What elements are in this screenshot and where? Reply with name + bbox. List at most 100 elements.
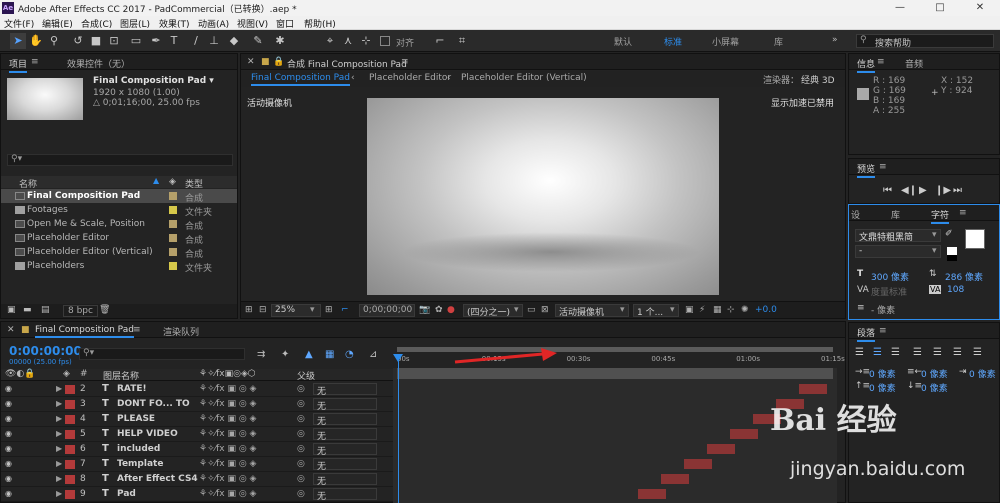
composition-title[interactable]: 合成 Final Composition Pad <box>287 57 407 70</box>
col-layer-name[interactable]: 图层名称 <box>103 369 139 382</box>
play-icon[interactable]: ▶ <box>919 185 927 196</box>
layer-row[interactable]: ◉ ▶ 7 T Template ⚘✧⁄fx ▣ ◎ ◈ ◎ 无 <box>1 457 393 472</box>
layer-switches-icon[interactable]: ⚘✧⁄fx ▣ ◎ ◈ <box>199 399 256 409</box>
label-color-swatch[interactable] <box>169 262 177 270</box>
layer-row[interactable]: ◉ ▶ 5 T HELP VIDEO ⚘✧⁄fx ▣ ◎ ◈ ◎ 无 <box>1 427 393 442</box>
project-item[interactable]: Final Composition Pad 合成 <box>1 189 237 204</box>
pen-tool-icon[interactable]: ✒ <box>148 33 164 49</box>
layer-row[interactable]: ◉ ▶ 8 T After Effect CS4 ⚘✧⁄fx ▣ ◎ ◈ ◎ 无 <box>1 472 393 487</box>
pickwhip-icon[interactable]: ◎ <box>297 414 305 424</box>
menu-composition[interactable]: 合成(C) <box>81 17 112 30</box>
project-item[interactable]: Placeholder Editor (Vertical) 合成 <box>1 245 237 260</box>
roto-brush-tool-icon[interactable]: ✎ <box>250 33 266 49</box>
comp-mini-flowchart-icon[interactable]: ⇉ <box>257 349 265 360</box>
bit-depth-button[interactable]: 8 bpc <box>63 305 98 317</box>
tab-timeline-comp[interactable]: Final Composition Pad <box>35 325 134 338</box>
layer-switches-icon[interactable]: ⚘✧⁄fx ▣ ◎ ◈ <box>199 489 256 499</box>
channel-icon[interactable]: ● <box>447 305 455 315</box>
col-parent[interactable]: 父级 <box>297 369 315 382</box>
layer-label-color[interactable] <box>65 400 75 409</box>
label-color-swatch[interactable] <box>169 248 177 256</box>
layer-switches-icon[interactable]: ⚘✧⁄fx ▣ ◎ ◈ <box>199 414 256 424</box>
font-size-value[interactable]: 300 像素 <box>871 270 909 283</box>
font-family-dropdown[interactable]: 文鼎特粗黑简 ▾ <box>855 229 941 243</box>
panel-menu-icon[interactable]: ≡ <box>879 326 887 336</box>
tab-audio[interactable]: 音频 <box>905 57 923 70</box>
workspace-default[interactable]: 默认 <box>614 35 632 48</box>
safe-zones-icon[interactable]: ⊞ <box>325 305 333 315</box>
last-frame-icon[interactable]: ⏭ <box>953 185 962 196</box>
black-swatch[interactable] <box>947 255 957 261</box>
label-color-swatch[interactable] <box>169 192 177 200</box>
eye-icon[interactable]: ◉ <box>5 445 14 453</box>
label-color-swatch[interactable] <box>169 206 177 214</box>
panel-menu-icon[interactable]: ≡ <box>31 57 39 67</box>
layer-row[interactable]: ◉ ▶ 6 Tincluded ⚘✧⁄fx ▣ ◎ ◈ ◎ 无 <box>1 442 393 457</box>
layer-row[interactable]: ◉ ▶ 3 T DONT FO... TO ⚘✧⁄fx ▣ ◎ ◈ ◎ 无 <box>1 397 393 412</box>
pickwhip-icon[interactable]: ◎ <box>297 384 305 394</box>
vr-icon[interactable]: ⊟ <box>259 305 267 315</box>
label-color-swatch[interactable] <box>169 234 177 242</box>
zoom-tool-icon[interactable]: ⚲ <box>46 33 62 49</box>
layer-row[interactable]: ◉ ▶ 2 T RATE! ⚘✧⁄fx ▣ ◎ ◈ ◎ 无 <box>1 382 393 397</box>
menu-effect[interactable]: 效果(T) <box>159 17 190 30</box>
parent-dropdown[interactable]: 无 <box>313 488 377 502</box>
close-icon[interactable]: ✕ <box>7 325 15 335</box>
camera-tool-icon[interactable]: ■ <box>88 33 104 49</box>
camera-view-dropdown[interactable]: 活动摄像机 ▾ <box>555 304 629 318</box>
close-icon[interactable]: ✕ <box>247 57 255 67</box>
leading-value[interactable]: 286 像素 <box>945 270 983 283</box>
pickwhip-icon[interactable]: ◎ <box>297 429 305 439</box>
transparency-grid-icon[interactable]: ⊠ <box>541 305 549 315</box>
first-frame-icon[interactable]: ⏮ <box>883 185 892 196</box>
type-tool-icon[interactable]: T <box>166 33 182 49</box>
current-time-field[interactable]: 0;00;00;00 <box>359 304 415 317</box>
stroke-width-value[interactable]: - 像素 <box>871 303 895 316</box>
pan-behind-tool-icon[interactable]: ⊡ <box>106 33 122 49</box>
magnification-dropdown[interactable]: 25% ▾ <box>271 304 321 317</box>
exposure-reset-icon[interactable]: ✺ <box>741 305 749 315</box>
layer-label-color[interactable] <box>65 475 75 484</box>
layer-label-color[interactable] <box>65 430 75 439</box>
current-time-display[interactable]: 0:00:00:00 <box>9 344 82 358</box>
menu-view[interactable]: 视图(V) <box>237 17 268 30</box>
comp-tab-final[interactable]: Final Composition Pad <box>251 73 350 86</box>
view-layout-dropdown[interactable]: 1 个... ▾ <box>633 304 679 318</box>
layer-switches-icon[interactable]: ⚘✧⁄fx ▣ ◎ ◈ <box>199 429 256 439</box>
parent-dropdown[interactable]: 无 <box>313 383 377 397</box>
tab-libraries[interactable]: 库 <box>891 208 900 221</box>
indent-left-value[interactable]: 0 像素 <box>869 367 896 380</box>
draft-3d-icon[interactable]: ✦ <box>281 349 289 360</box>
snap-feature-icon[interactable]: ⌗ <box>454 33 470 49</box>
shy-layers-icon[interactable]: ▲ <box>305 349 313 360</box>
label-color-swatch[interactable] <box>169 220 177 228</box>
pickwhip-icon[interactable]: ◎ <box>297 399 305 409</box>
parent-dropdown[interactable]: 无 <box>313 413 377 427</box>
parent-dropdown[interactable]: 无 <box>313 428 377 442</box>
comp-tab-placeholder[interactable]: Placeholder Editor <box>369 73 451 83</box>
trash-icon[interactable]: 🗑 <box>99 305 110 315</box>
layer-duration-bar[interactable] <box>660 474 689 484</box>
toggle-pixel-aspect-icon[interactable]: ▣ <box>685 305 694 315</box>
minimize-button[interactable]: — <box>880 0 920 16</box>
justify-left-icon[interactable]: ☰ <box>913 347 922 358</box>
layer-row[interactable]: ◉ ▶ 4 T PLEASE ⚘✧⁄fx ▣ ◎ ◈ ◎ 无 <box>1 412 393 427</box>
space-after-value[interactable]: 0 像素 <box>921 381 948 394</box>
expand-caret-icon[interactable]: ▶ <box>56 384 62 393</box>
layer-duration-bar[interactable] <box>637 489 666 499</box>
parent-dropdown[interactable]: 无 <box>313 473 377 487</box>
layer-duration-bar[interactable] <box>798 384 827 394</box>
layer-duration-bar[interactable] <box>683 459 712 469</box>
new-comp-icon[interactable]: ▤ <box>41 305 50 315</box>
maximize-button[interactable]: □ <box>920 0 960 16</box>
layer-switches-icon[interactable]: ⚘✧⁄fx ▣ ◎ ◈ <box>199 384 256 394</box>
pickwhip-icon[interactable]: ◎ <box>297 444 305 454</box>
expand-caret-icon[interactable]: ▶ <box>56 429 62 438</box>
project-search-input[interactable]: ⚲▾ <box>7 154 233 166</box>
previous-frame-icon[interactable]: ◀❙ <box>901 185 917 196</box>
font-style-dropdown[interactable]: - ▾ <box>855 245 941 258</box>
tab-project[interactable]: 项目 <box>9 57 28 73</box>
white-swatch[interactable] <box>947 247 957 255</box>
layer-duration-bar[interactable] <box>706 444 735 454</box>
eye-icon[interactable]: ◉ <box>5 385 14 393</box>
